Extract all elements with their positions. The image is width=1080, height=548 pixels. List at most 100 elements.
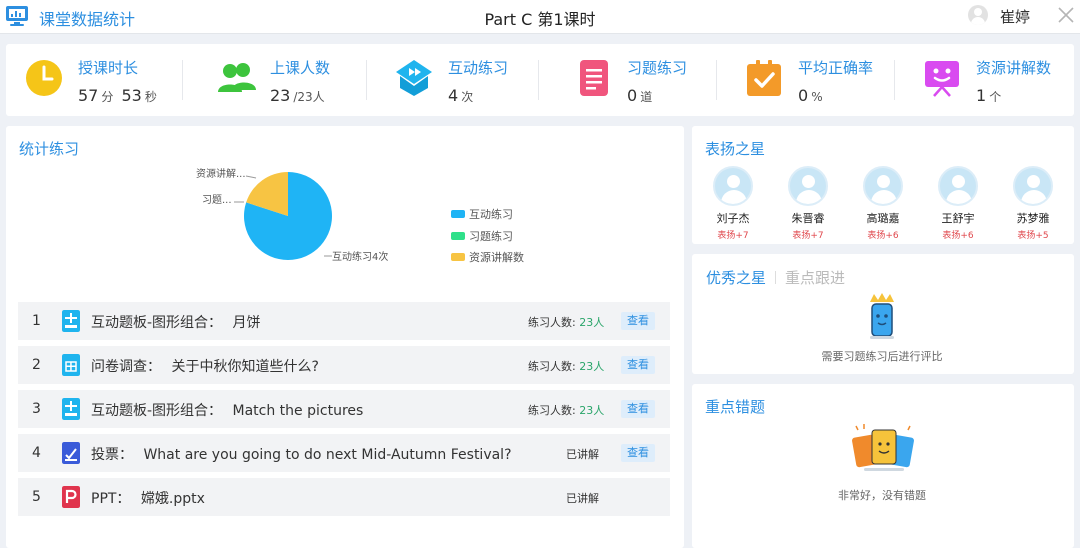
student-avatar <box>788 166 828 206</box>
praise-count: 表扬+5 <box>1017 231 1049 241</box>
stat-label: 资源讲解数 <box>976 59 1052 77</box>
divider <box>538 60 539 100</box>
legend-item[interactable]: 习题练习 <box>451 228 513 244</box>
stat-value: 1个 <box>976 86 1002 105</box>
student-card[interactable]: 朱晋睿 表扬+7 <box>773 166 843 242</box>
stat-label: 上课人数 <box>270 59 331 77</box>
stat-value: 23/23人 <box>270 86 325 105</box>
student-card[interactable]: 苏梦雅 表扬+5 <box>998 166 1068 242</box>
exercise-count: 练习人数: 23人 <box>528 316 605 329</box>
student-avatar <box>863 166 903 206</box>
stat-value: 0道 <box>627 86 653 105</box>
label-leader-line <box>245 175 257 179</box>
slice-label: 习题... <box>202 194 232 206</box>
practice-panel: 统计练习 互动练习4次 习题... 资源讲解... 互动练习 习题练习 资源讲解… <box>6 126 684 548</box>
interactive-icon <box>396 60 432 96</box>
exercise-count: 练习人数: 23人 <box>528 404 605 417</box>
lesson-title: Part C 第1课时 <box>484 10 596 29</box>
student-name: 高璐嘉 <box>866 212 900 225</box>
panel-title: 表扬之星 <box>705 140 766 158</box>
stat-label: 平均正确率 <box>798 59 874 77</box>
view-button[interactable]: 查看 <box>621 312 655 330</box>
user-name[interactable]: 崔婷 <box>1000 6 1030 27</box>
tab-follow-up[interactable]: 重点跟进 <box>785 269 845 287</box>
praise-stars-panel: 表扬之星 刘子杰 表扬+7 朱晋睿 表扬+7 高璐嘉 表扬+6 王舒宇 表扬+6… <box>692 126 1074 244</box>
student-avatar <box>713 166 753 206</box>
presentation-icon <box>925 61 959 97</box>
stat-accuracy: 平均正确率 0% <box>726 44 904 116</box>
stats-bar: 授课时长 57 分 53 秒 上课人数 23/23人 互动练习 4次 习题练习 … <box>6 44 1074 116</box>
praise-count: 表扬+7 <box>792 231 824 241</box>
exercise-title: 问卷调查： 关于中秋你知道些什么? <box>91 359 319 375</box>
student-avatar <box>1013 166 1053 206</box>
stat-exercises: 习题练习 0道 <box>555 44 733 116</box>
view-button[interactable]: 查看 <box>621 444 655 462</box>
clock-icon <box>26 60 62 96</box>
tab-excellent-stars[interactable]: 优秀之星 <box>706 269 766 287</box>
survey-icon <box>62 354 80 376</box>
excellent-panel: 优秀之星 重点跟进 需要习题练习后进行评比 <box>692 254 1074 374</box>
exercise-row[interactable]: 5 PPT： 嫦娥.pptx 已讲解 <box>18 478 670 516</box>
stat-teaching-duration: 授课时长 57 分 53 秒 <box>6 44 184 116</box>
exercise-title: 投票： What are you going to do next Mid-Au… <box>91 447 512 463</box>
stat-value: 57 分 53 秒 <box>78 86 157 105</box>
stat-label: 习题练习 <box>627 59 688 77</box>
mistakes-panel: 重点错题 非常好，没有错题 <box>692 384 1074 548</box>
student-avatar <box>938 166 978 206</box>
stat-value: 0% <box>798 86 823 105</box>
student-name: 苏梦雅 <box>1016 212 1050 225</box>
student-card[interactable]: 刘子杰 表扬+7 <box>698 166 768 242</box>
title-bar: 课堂数据统计 Part C 第1课时 崔婷 <box>0 0 1080 34</box>
exercise-count: 练习人数: 23人 <box>528 360 605 373</box>
legend-item[interactable]: 互动练习 <box>451 206 513 222</box>
exercise-row[interactable]: 1 互动题板-图形组合： 月饼 练习人数: 23人 查看 <box>18 302 670 340</box>
row-number: 1 <box>32 313 41 329</box>
interactive-board-icon <box>62 310 80 332</box>
vote-icon <box>62 442 80 464</box>
row-number: 3 <box>32 401 41 417</box>
close-icon[interactable] <box>1056 5 1076 25</box>
row-number: 5 <box>32 489 41 505</box>
praise-count: 表扬+6 <box>867 231 899 241</box>
slice-label: 互动练习4次 <box>332 250 388 263</box>
clipboard-check-icon <box>747 60 781 96</box>
legend-item[interactable]: 资源讲解数 <box>451 249 524 265</box>
tab-divider <box>775 271 777 284</box>
divider <box>716 60 717 100</box>
empty-hint: 非常好，没有错题 <box>838 489 926 502</box>
ppt-icon <box>62 486 80 508</box>
exercise-row[interactable]: 2 问卷调查： 关于中秋你知道些什么? 练习人数: 23人 查看 <box>18 346 670 384</box>
student-card[interactable]: 高璐嘉 表扬+6 <box>848 166 918 242</box>
exercise-row[interactable]: 3 互动题板-图形组合： Match the pictures 练习人数: 23… <box>18 390 670 428</box>
view-button[interactable]: 查看 <box>621 356 655 374</box>
view-button[interactable]: 查看 <box>621 400 655 418</box>
student-name: 刘子杰 <box>716 212 750 225</box>
exercise-title: 互动题板-图形组合： 月饼 <box>91 315 261 331</box>
explained-status: 已讲解 <box>566 448 599 461</box>
exercise-row[interactable]: 4 投票： What are you going to do next Mid-… <box>18 434 670 472</box>
stat-value: 4次 <box>448 86 474 105</box>
student-card[interactable]: 王舒宇 表扬+6 <box>923 166 993 242</box>
interactive-board-icon <box>62 398 80 420</box>
row-number: 2 <box>32 357 41 373</box>
stat-label: 授课时长 <box>78 59 139 77</box>
exercise-title: PPT： 嫦娥.pptx <box>91 491 205 507</box>
exercise-doc-icon <box>580 60 608 96</box>
stat-attendance: 上课人数 23/23人 <box>198 44 376 116</box>
stat-label: 互动练习 <box>448 59 509 77</box>
student-name: 朱晋睿 <box>791 212 825 225</box>
exercise-title: 互动题板-图形组合： Match the pictures <box>91 403 364 419</box>
divider <box>894 60 895 100</box>
divider <box>182 60 183 100</box>
pie-chart: 互动练习4次 习题... 资源讲解... 互动练习 习题练习 资源讲解数 <box>6 126 686 301</box>
empty-hint: 需要习题练习后进行评比 <box>821 350 943 363</box>
praise-count: 表扬+7 <box>717 231 749 241</box>
crowned-pencil-icon <box>870 293 894 339</box>
row-number: 4 <box>32 445 41 461</box>
slice-label: 资源讲解... <box>196 167 246 180</box>
stat-interactive: 互动练习 4次 <box>376 44 554 116</box>
praise-count: 表扬+6 <box>942 231 974 241</box>
stat-resources: 资源讲解数 1个 <box>904 44 1080 116</box>
student-name: 王舒宇 <box>941 212 975 225</box>
user-avatar[interactable] <box>968 5 988 25</box>
